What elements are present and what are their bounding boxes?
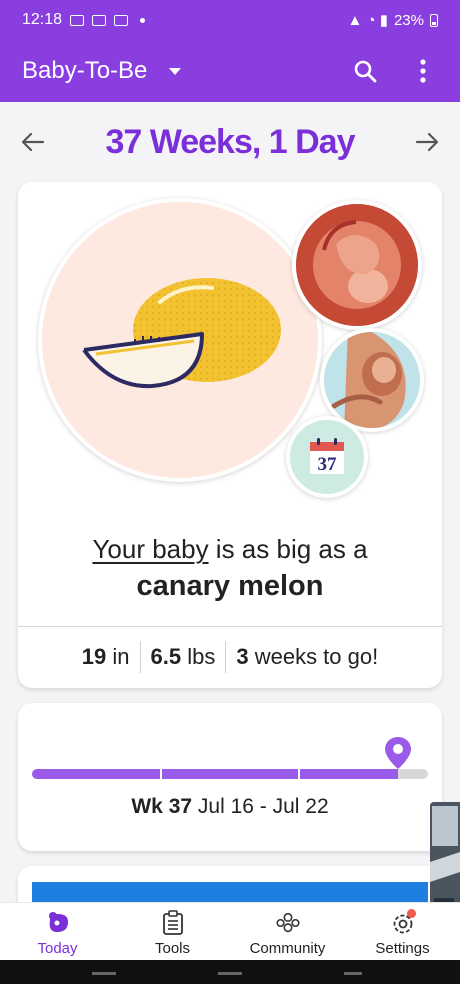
nav-today[interactable]: Today	[0, 903, 115, 960]
app-bar: Baby-To-Be	[0, 40, 460, 102]
back-button[interactable]	[344, 972, 362, 975]
community-icon	[274, 909, 302, 937]
settings-icon	[389, 909, 417, 937]
nav-community[interactable]: Community	[230, 903, 345, 960]
status-time: 12:18	[22, 11, 63, 28]
fetus-illustration[interactable]	[292, 200, 422, 330]
signal-icons: ▲ ◔ ▮	[347, 12, 388, 29]
your-baby-link[interactable]: Your baby	[92, 534, 208, 564]
baby-size-card: 37 Your baby is as big as a canary melon…	[18, 182, 442, 688]
recent-apps-button[interactable]	[92, 972, 116, 975]
baby-size-text: Your baby is as big as a canary melon	[18, 532, 442, 606]
battery-icon	[430, 13, 438, 27]
gallery-icon	[92, 14, 107, 26]
tools-icon	[159, 909, 187, 937]
fruit-illustration[interactable]	[38, 198, 322, 482]
notification-icon	[70, 14, 85, 26]
location-pin-icon[interactable]	[383, 735, 413, 778]
week-title: 37 Weeks, 1 Day	[105, 122, 356, 161]
bottom-navigation: Today Tools Community Settings	[0, 902, 460, 960]
week-header: 37 Weeks, 1 Day	[0, 102, 460, 182]
weeks-to-go-stat: 3 weeks to go!	[236, 644, 379, 669]
trimester-tick	[298, 769, 300, 779]
calendar-icon[interactable]: 37	[286, 416, 368, 498]
home-button[interactable]	[218, 972, 242, 975]
trimester-tick	[160, 769, 162, 779]
progress-fill	[32, 769, 399, 779]
pregnancy-timeline-card[interactable]: Wk 37 Jul 16 - Jul 22	[18, 703, 442, 851]
next-week-arrow-icon[interactable]	[412, 127, 442, 157]
system-navigation-bar	[0, 960, 460, 984]
status-bar: 12:18 ▲ ◔ ▮ 23%	[0, 0, 460, 40]
length-stat: 19 in	[81, 644, 130, 669]
size-comparison-label: is as big as a	[208, 534, 368, 564]
search-icon[interactable]	[350, 56, 380, 86]
mail-icon	[114, 14, 129, 26]
nav-settings[interactable]: Settings	[345, 903, 460, 960]
battery-level: 23%	[393, 11, 424, 29]
notification-dot	[406, 909, 416, 918]
more-notifications-icon	[140, 17, 146, 23]
calendar-week-number: 37	[317, 454, 337, 475]
previous-week-arrow-icon[interactable]	[18, 127, 48, 157]
today-icon	[44, 909, 72, 937]
weight-stat: 6.5 lbs	[150, 644, 216, 669]
baby-stats: 19 in 6.5 lbs 3 weeks to go!	[18, 626, 442, 688]
dropdown-caret-icon[interactable]	[169, 67, 182, 75]
pregnancy-progress-bar[interactable]	[32, 769, 428, 779]
fruit-name: canary melon	[136, 570, 324, 603]
more-options-icon[interactable]	[408, 56, 438, 86]
nav-tools[interactable]: Tools	[115, 903, 230, 960]
week-date-range: Wk 37 Jul 16 - Jul 22	[131, 795, 329, 818]
app-title[interactable]: Baby-To-Be	[22, 57, 147, 85]
